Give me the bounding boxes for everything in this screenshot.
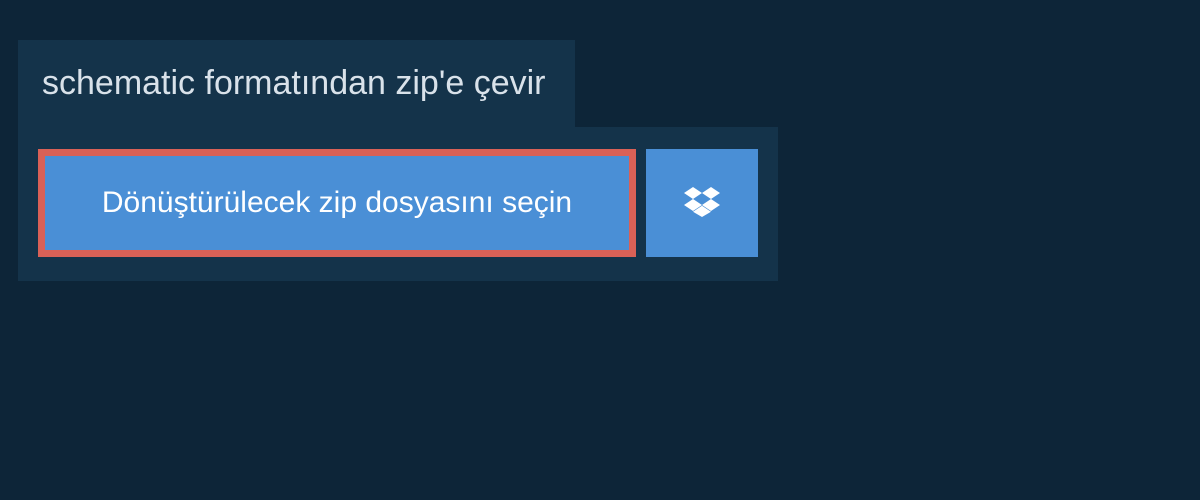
dropbox-icon xyxy=(684,184,720,223)
content-area: Dönüştürülecek zip dosyasını seçin xyxy=(18,127,778,281)
tab-convert[interactable]: schematic formatından zip'e çevir xyxy=(18,40,575,127)
tab-bar: schematic formatından zip'e çevir xyxy=(18,40,1182,127)
select-file-button[interactable]: Dönüştürülecek zip dosyasını seçin xyxy=(38,149,636,257)
main-container: schematic formatından zip'e çevir Dönüşt… xyxy=(0,0,1200,281)
tab-label: schematic formatından zip'e çevir xyxy=(42,64,545,102)
select-file-label: Dönüştürülecek zip dosyasını seçin xyxy=(102,186,572,219)
button-row: Dönüştürülecek zip dosyasını seçin xyxy=(38,149,758,257)
dropbox-button[interactable] xyxy=(646,149,758,257)
